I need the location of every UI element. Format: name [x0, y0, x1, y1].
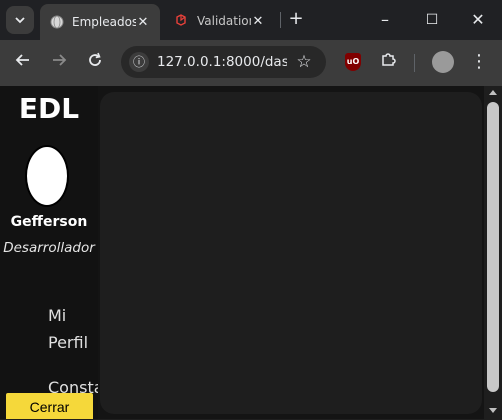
nav-item-mi-perfil[interactable]: Mi Perfil	[48, 302, 98, 356]
reload-icon[interactable]	[83, 51, 107, 75]
chevron-down-icon	[15, 17, 25, 24]
bookmark-star-icon[interactable]: ☆	[293, 51, 315, 73]
user-avatar	[25, 145, 69, 207]
brand-logo[interactable]: EDL	[0, 92, 98, 125]
profile-avatar-icon[interactable]	[432, 51, 454, 73]
toolbar-separator	[414, 54, 415, 72]
globe-icon	[50, 15, 64, 29]
main-content-panel	[100, 92, 482, 414]
page-scrollbar[interactable]	[484, 86, 502, 419]
address-bar[interactable]: ⓘ 127.0.0.1:8000/dashboard ☆	[121, 46, 326, 78]
sidebar: EDL Gefferson Desarrollador Mi Perfil Co…	[0, 86, 98, 419]
menu-kebab-icon[interactable]: ⋮	[468, 51, 490, 73]
tab-search-button[interactable]	[6, 6, 34, 34]
back-icon[interactable]	[11, 51, 35, 75]
user-name: Gefferson	[10, 214, 88, 230]
tab-empleados[interactable]: Empleados ✕	[40, 4, 160, 40]
logout-button[interactable]: Cerrar	[6, 393, 93, 419]
extensions-icon[interactable]	[377, 51, 399, 73]
tab-validation[interactable]: Validation ✕	[165, 6, 275, 36]
tab-title: Validation	[197, 14, 251, 28]
browser-toolbar: ⓘ 127.0.0.1:8000/dashboard ☆ uO ⋮	[0, 40, 502, 86]
tab-title: Empleados	[72, 15, 136, 29]
close-window-button[interactable]: ✕	[466, 8, 490, 32]
close-tab-icon[interactable]: ✕	[251, 14, 265, 29]
tab-separator	[280, 12, 281, 28]
scroll-thumb[interactable]	[487, 102, 499, 392]
browser-tab-strip: Empleados ✕ Validation ✕ + – ☐ ✕	[0, 0, 502, 40]
laravel-icon	[176, 14, 186, 26]
new-tab-button[interactable]: +	[286, 9, 306, 29]
scroll-down-arrow-icon[interactable]	[489, 408, 497, 413]
user-role: Desarrollador	[3, 240, 95, 256]
forward-icon[interactable]	[47, 51, 71, 75]
maximize-button[interactable]: ☐	[420, 8, 444, 32]
ublock-icon[interactable]: uO	[345, 53, 361, 71]
site-info-icon[interactable]: ⓘ	[129, 52, 149, 72]
minimize-button[interactable]: –	[373, 8, 397, 32]
close-tab-icon[interactable]: ✕	[136, 15, 150, 30]
scroll-up-arrow-icon[interactable]	[489, 90, 497, 95]
url-text[interactable]: 127.0.0.1:8000/dashboard	[157, 54, 287, 70]
page-viewport: EDL Gefferson Desarrollador Mi Perfil Co…	[0, 86, 502, 419]
